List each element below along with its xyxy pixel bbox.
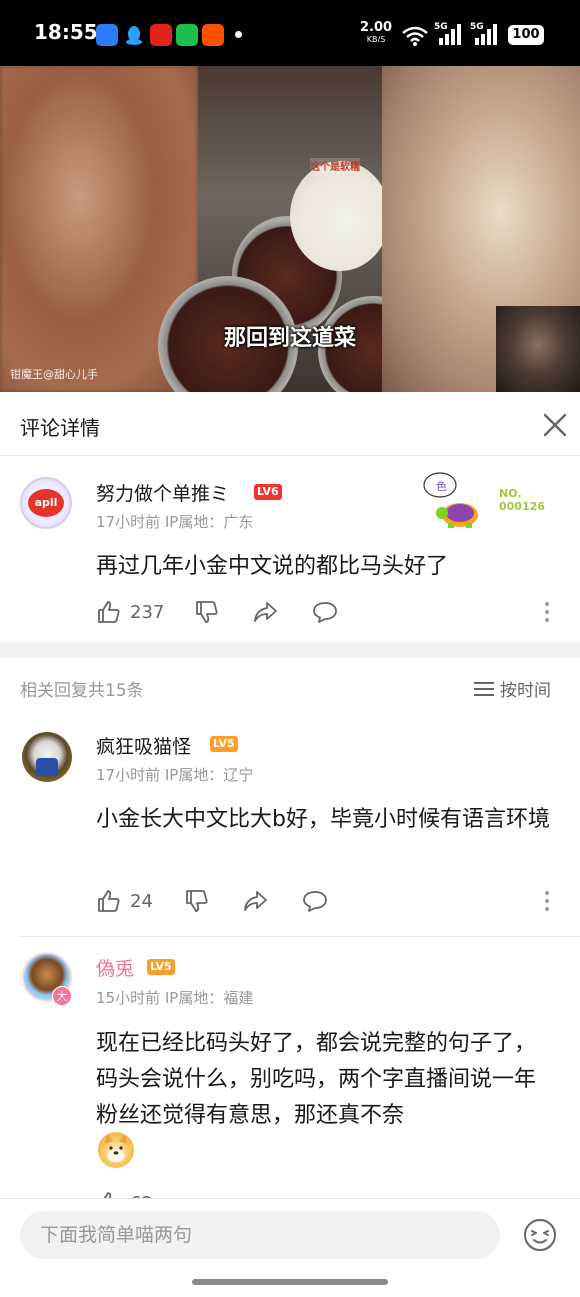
thumb-up-icon: [98, 601, 120, 623]
username[interactable]: 疯狂吸猫怪: [96, 732, 191, 759]
avatar[interactable]: [22, 732, 72, 782]
comment-text: 现在已经比码头好了，都会说完整的句子了，码头会说什么，别吃吗，两个字直播间说一年…: [96, 1031, 537, 1128]
thumb-up-icon: [98, 890, 120, 912]
reply-item: 疯狂吸猫怪 LV5 17小时前 IP属地：辽宁 小金长大中文比大b好，毕竟小时候…: [0, 718, 580, 938]
like-count: 24: [130, 890, 153, 912]
svg-text:色: 色: [436, 479, 447, 493]
comment-meta: 17小时前 IP属地：辽宁: [96, 766, 254, 784]
reply-count: 相关回复共15条: [20, 681, 144, 701]
level-badge: LV5: [147, 959, 175, 975]
turtle-icon: 色: [423, 472, 478, 528]
comment-text: 小金长大中文比大b好，毕竟小时候有语言环境: [96, 807, 550, 832]
sort-label: 按时间: [500, 681, 551, 701]
avatar[interactable]: apll: [20, 477, 72, 529]
reply-list-header: 相关回复共15条 按时间: [0, 658, 580, 718]
avatar-badge: 大: [52, 986, 72, 1006]
more-notifications-icon: [235, 31, 242, 38]
sort-icon: [474, 681, 494, 696]
level-badge: LV6: [254, 484, 282, 500]
battery-indicator: 100: [508, 25, 544, 45]
comment-actions: 62: [96, 1188, 566, 1198]
messages-icon: [176, 24, 198, 46]
taobao-icon: [202, 24, 224, 46]
qq-browser-icon: [96, 24, 118, 46]
video-sticker: 这个是软糯: [310, 158, 360, 173]
fan-number: NO. 000126: [499, 487, 545, 513]
bottom-bar: 下面我简单喵两句: [0, 1198, 580, 1297]
username[interactable]: 偽兎: [96, 954, 134, 981]
reply-button[interactable]: [312, 597, 338, 627]
root-comment: apll 努力做个单推ミ LV6 色 NO. 000126 17小时前 IP属地…: [0, 457, 580, 642]
wifi-icon: [402, 26, 428, 46]
net-speed-unit: KB/S: [366, 35, 386, 44]
reply-item: 大 偽兎 LV5 15小时前 IP属地：福建 现在已经比码头好了，都会说完整的句…: [0, 938, 580, 1198]
like-button[interactable]: 62: [96, 1188, 153, 1198]
reply-divider: [20, 936, 580, 937]
panel-title: 评论详情: [20, 416, 100, 440]
like-count: 237: [130, 601, 165, 623]
doge-emoji-icon: [98, 1132, 134, 1168]
comment-actions: 24: [96, 886, 566, 916]
video-subtitle: 那回到这道菜: [223, 326, 356, 351]
avatar-logo: apll: [28, 489, 64, 517]
fan-medal[interactable]: 色: [418, 471, 488, 531]
share-button[interactable]: [242, 886, 268, 916]
video-bowl: [290, 161, 390, 271]
reply-button[interactable]: [302, 886, 328, 916]
status-bar: 18:55 2.00 KB/S 5G 5G 100: [0, 0, 580, 66]
comment-meta: 17小时前 IP属地：广东: [96, 513, 254, 531]
comment-actions: 237: [96, 597, 566, 627]
signal-icon-2: 5G: [470, 22, 502, 46]
netease-music-icon: [150, 24, 172, 46]
net-speed: 2.00 KB/S: [360, 20, 393, 46]
status-time: 18:55: [34, 20, 98, 44]
level-badge: LV5: [210, 736, 238, 752]
video-watermark: 钳魔王@甜心儿手: [10, 368, 98, 381]
more-options-icon[interactable]: [542, 889, 552, 913]
comment-meta: 15小时前 IP属地：福建: [96, 989, 254, 1007]
dislike-button[interactable]: [184, 886, 210, 916]
more-options-icon[interactable]: [542, 600, 552, 624]
signal-icon-1: 5G: [434, 22, 466, 46]
thumb-up-icon: [103, 1192, 112, 1198]
comment-bubble-icon: [303, 891, 327, 912]
qq-icon: [123, 24, 145, 46]
net-speed-value: 2.00: [360, 20, 393, 35]
avatar-figure: [36, 758, 58, 776]
comment-text: 再过几年小金中文说的都比马头好了: [96, 554, 449, 579]
video-facecam: [496, 306, 580, 392]
video-player[interactable]: 这个是软糯 那回到这道菜 钳魔王@甜心儿手: [0, 66, 580, 392]
sort-button[interactable]: 按时间: [474, 676, 551, 701]
thumb-down-icon: [196, 601, 218, 623]
like-button[interactable]: 24: [96, 886, 153, 916]
thumb-down-icon: [186, 890, 208, 912]
share-icon: [244, 891, 267, 911]
dislike-button[interactable]: [194, 597, 220, 627]
share-button[interactable]: [252, 597, 278, 627]
section-separator: [0, 642, 580, 658]
emoji-icon[interactable]: [522, 1217, 558, 1253]
comment-input[interactable]: 下面我简单喵两句: [20, 1211, 500, 1259]
home-indicator[interactable]: [192, 1279, 388, 1285]
close-icon[interactable]: [540, 410, 570, 440]
comment-bubble-icon: [313, 602, 337, 623]
username[interactable]: 努力做个单推ミ: [96, 479, 229, 506]
comment-detail-header: 评论详情: [0, 392, 580, 456]
share-icon: [254, 602, 277, 622]
like-button[interactable]: 237: [96, 597, 164, 627]
